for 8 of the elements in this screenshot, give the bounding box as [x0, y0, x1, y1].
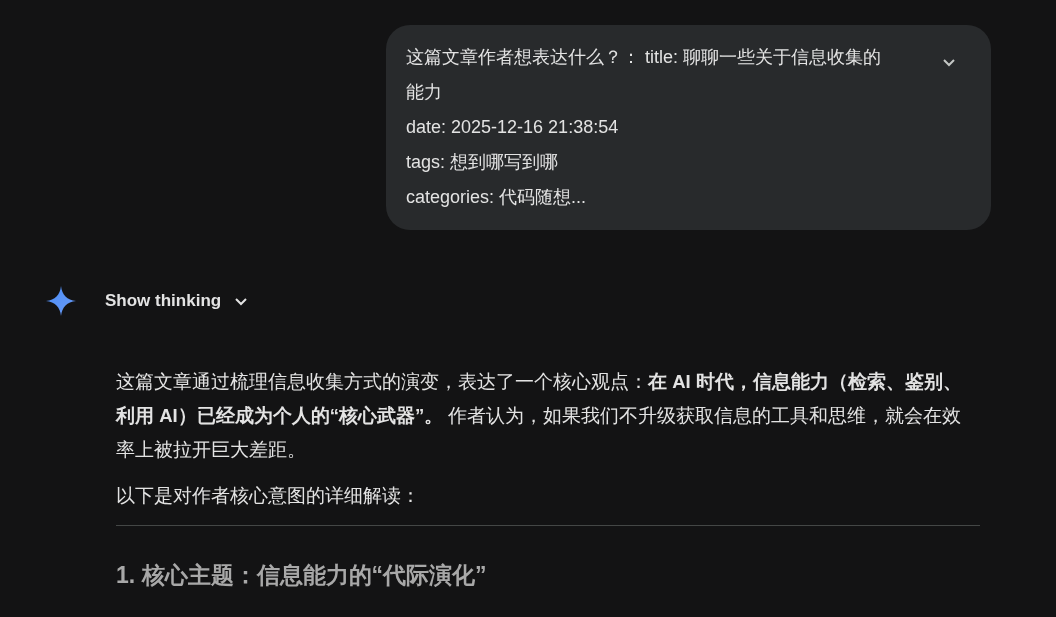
- message-text: tags: 想到哪写到哪: [406, 151, 560, 174]
- sparkle-icon: [45, 285, 77, 317]
- response-paragraph: 这篇文章通过梳理信息收集方式的演变，表达了一个核心观点：在 AI 时代，信息能力（检索、鉴别、利用 AI）已经成为个人的“核心武器”。 作者认为，如果我们不升级获取信息的工具和思维，就会在效率上被拉开巨大差距。: [116, 370, 963, 462]
- message-text: categories: 代码随想...: [406, 186, 588, 209]
- show-thinking-button[interactable]: Show thinking: [105, 288, 250, 314]
- message-text: date: 2025-12-16 21:38:54: [406, 116, 620, 139]
- section-heading: 1. 核心主题：信息能力的“代际演化”: [116, 561, 488, 590]
- response-paragraph: 以下是对作者核心意图的详细解读：: [116, 484, 421, 508]
